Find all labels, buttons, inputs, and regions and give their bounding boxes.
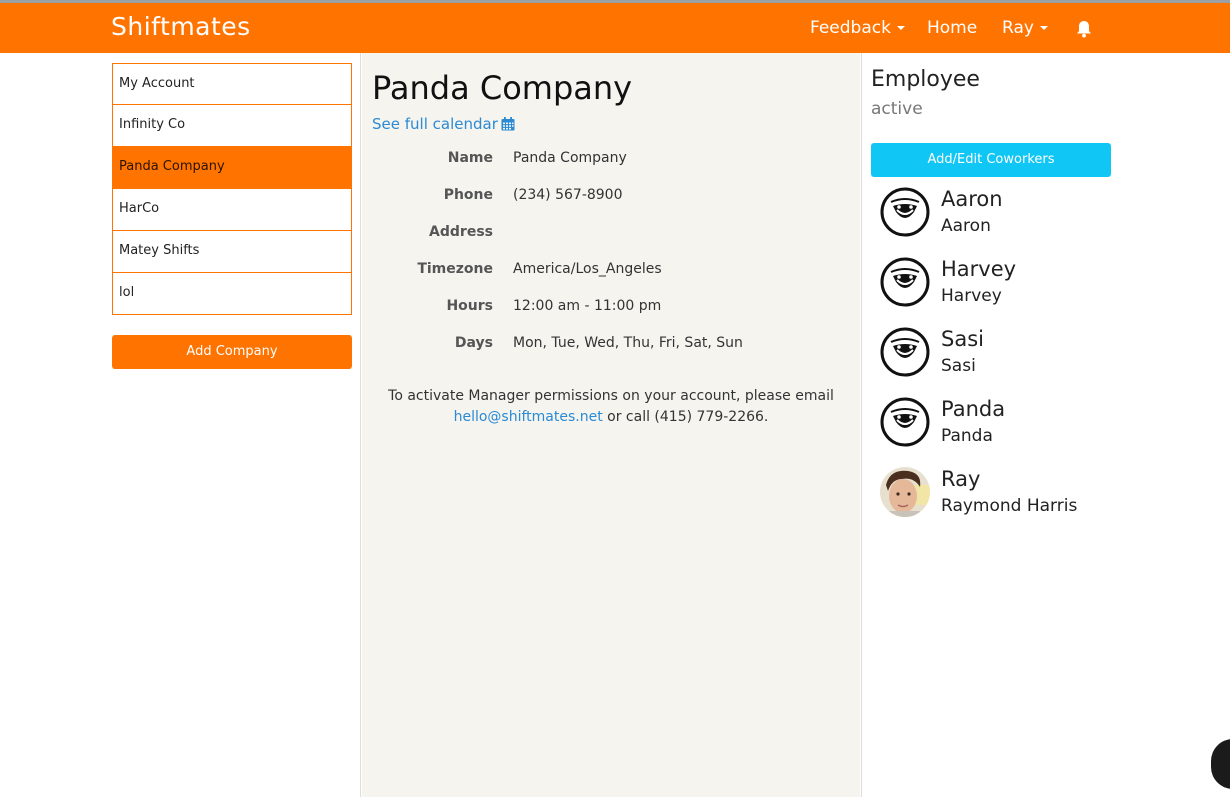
company-item-my-account[interactable]: My Account <box>112 63 352 105</box>
manager-permissions-notice: To activate Manager permissions on your … <box>362 386 860 428</box>
coworker-fullname: Aaron <box>941 216 991 236</box>
page-title: Panda Company <box>372 69 633 107</box>
coworker-fullname: Harvey <box>941 286 1002 306</box>
user-label: Ray <box>1002 18 1034 38</box>
cartoon-face-avatar <box>880 187 930 237</box>
coworker-fullname: Panda <box>941 426 993 446</box>
detail-value: (234) 567-8900 <box>513 187 623 203</box>
top-navbar: Shiftmates Feedback Home Ray <box>0 3 1230 53</box>
detail-row-hours: Hours 12:00 am - 11:00 pm <box>362 298 860 320</box>
feedback-label: Feedback <box>810 18 891 38</box>
coworker-name: Ray <box>941 467 981 491</box>
company-item-lol[interactable]: lol <box>112 273 352 315</box>
detail-row-name: Name Panda Company <box>362 150 860 172</box>
coworker-item[interactable]: Sasi Sasi <box>880 327 1200 387</box>
support-email-link[interactable]: hello@shiftmates.net <box>454 409 603 425</box>
coworker-name: Harvey <box>941 257 1017 281</box>
photo-avatar <box>880 467 930 517</box>
coworker-name: Aaron <box>941 187 1003 211</box>
detail-row-timezone: Timezone America/Los_Angeles <box>362 261 860 283</box>
cartoon-face-avatar <box>880 257 930 307</box>
detail-value: America/Los_Angeles <box>513 261 662 277</box>
company-list: My Account Infinity Co Panda Company Har… <box>112 63 352 315</box>
detail-value: Mon, Tue, Wed, Thu, Fri, Sat, Sun <box>513 335 743 351</box>
bell-icon[interactable] <box>1076 20 1092 38</box>
company-sidebar: My Account Infinity Co Panda Company Har… <box>0 53 361 797</box>
detail-label: Name <box>447 150 493 166</box>
coworker-name: Panda <box>941 397 1006 421</box>
notice-text-phone: or call (415) 779-2266. <box>607 409 769 425</box>
see-full-calendar-link[interactable]: See full calendar <box>372 115 515 133</box>
role-title: Employee <box>871 67 980 92</box>
company-details-panel: Panda Company See full calendar Name Pan… <box>362 53 860 797</box>
cartoon-face-avatar <box>880 397 930 447</box>
coworker-fullname: Sasi <box>941 356 976 376</box>
feedback-dropdown[interactable]: Feedback <box>810 18 905 38</box>
cartoon-face-avatar <box>880 327 930 377</box>
coworker-fullname: Raymond Harris <box>941 496 1078 516</box>
detail-label: Phone <box>443 187 493 203</box>
home-link[interactable]: Home <box>927 18 977 38</box>
notice-text: To activate Manager permissions on your … <box>388 388 834 404</box>
calendar-link-label: See full calendar <box>372 115 498 133</box>
detail-label: Days <box>454 335 493 351</box>
detail-label: Address <box>429 224 493 240</box>
company-item-panda-company[interactable]: Panda Company <box>112 147 352 189</box>
company-item-infinity-co[interactable]: Infinity Co <box>112 105 352 147</box>
user-dropdown[interactable]: Ray <box>1002 18 1048 38</box>
caret-down-icon <box>896 26 905 30</box>
detail-value: 12:00 am - 11:00 pm <box>513 298 662 314</box>
company-item-harco[interactable]: HarCo <box>112 189 352 231</box>
brand-logo[interactable]: Shiftmates <box>111 12 251 41</box>
coworker-item[interactable]: Harvey Harvey <box>880 257 1200 317</box>
caret-down-icon <box>1039 26 1048 30</box>
detail-row-phone: Phone (234) 567-8900 <box>362 187 860 209</box>
coworker-item[interactable]: Ray Raymond Harris <box>880 467 1200 527</box>
detail-row-days: Days Mon, Tue, Wed, Thu, Fri, Sat, Sun <box>362 335 860 357</box>
add-company-button[interactable]: Add Company <box>112 335 352 369</box>
coworkers-panel: Employee active Add/Edit Coworkers Aaron… <box>861 53 1230 797</box>
company-item-matey-shifts[interactable]: Matey Shifts <box>112 231 352 273</box>
calendar-icon <box>501 117 515 131</box>
detail-label: Timezone <box>417 261 493 277</box>
add-edit-coworkers-button[interactable]: Add/Edit Coworkers <box>871 143 1111 177</box>
detail-label: Hours <box>446 298 493 314</box>
coworker-name: Sasi <box>941 327 984 351</box>
coworker-item[interactable]: Panda Panda <box>880 397 1200 457</box>
role-status: active <box>871 99 923 119</box>
coworker-item[interactable]: Aaron Aaron <box>880 187 1200 247</box>
detail-row-address: Address <box>362 224 860 246</box>
detail-value: Panda Company <box>513 150 627 166</box>
